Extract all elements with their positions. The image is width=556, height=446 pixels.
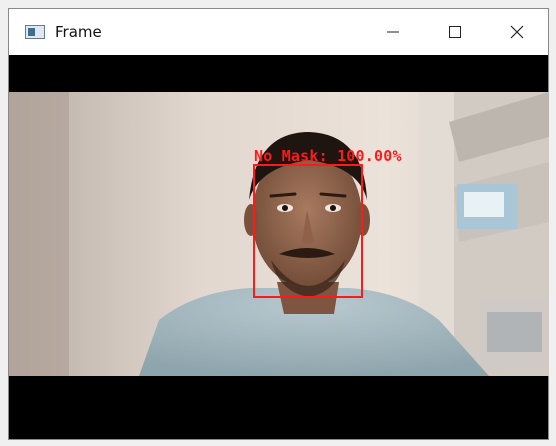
detection-label: No Mask: 100.00% [254, 147, 402, 165]
window-controls [362, 9, 548, 55]
face-bounding-box [253, 164, 363, 298]
maximize-button[interactable] [424, 9, 486, 55]
window-title: Frame [55, 23, 102, 41]
close-button[interactable] [486, 9, 548, 55]
minimize-icon [387, 31, 399, 33]
app-window-icon [25, 25, 45, 39]
close-icon [510, 25, 524, 39]
maximize-icon [449, 26, 461, 38]
title-bar[interactable]: Frame [9, 9, 548, 55]
minimize-button[interactable] [362, 9, 424, 55]
video-frame: No Mask: 100.00% [9, 92, 549, 376]
